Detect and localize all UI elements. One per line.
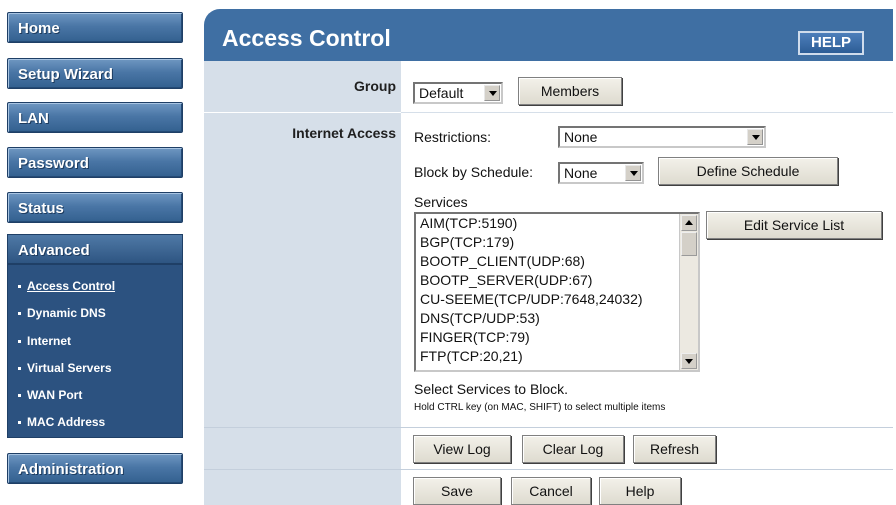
submenu-label: MAC Address (27, 415, 106, 429)
main-panel: Access Control HELP Group Default Member… (202, 0, 896, 505)
nav-status-button[interactable]: Status (7, 192, 183, 223)
submenu-label: Internet (27, 334, 72, 348)
group-label: Group (354, 78, 396, 94)
restrictions-select-value: None (564, 129, 598, 145)
submenu-item-wan-port[interactable]: WAN Port (18, 388, 82, 402)
nav-administration-button[interactable]: Administration (7, 453, 183, 484)
submenu-item-access-control[interactable]: Access Control (18, 279, 115, 293)
bullet-icon (18, 340, 21, 344)
restrictions-select[interactable]: None (558, 126, 766, 148)
view-log-button[interactable]: View Log (413, 435, 511, 463)
restrictions-label: Restrictions: (414, 129, 492, 145)
schedule-select[interactable]: None (558, 162, 644, 184)
bullet-icon (18, 285, 21, 289)
submenu-label: Access Control (27, 279, 116, 293)
group-select[interactable]: Default (413, 82, 503, 104)
scroll-up-icon[interactable] (681, 215, 697, 231)
bullet-icon (18, 421, 21, 425)
ctrl-key-hint: Hold CTRL key (on MAC, SHIFT) to select … (414, 402, 666, 413)
submenu-item-dynamic-dns[interactable]: Dynamic DNS (18, 306, 106, 320)
bullet-icon (18, 367, 21, 371)
row-divider (401, 112, 893, 113)
page-title: Access Control (222, 25, 391, 51)
form-area: Group Default Members Internet Access Re… (204, 61, 893, 505)
service-item[interactable]: BOOTP_CLIENT(UDP:68) (420, 253, 585, 269)
save-button[interactable]: Save (413, 477, 501, 505)
submenu-label: Dynamic DNS (27, 306, 106, 320)
nav-lan-button[interactable]: LAN (7, 102, 183, 133)
group-select-value: Default (419, 85, 464, 101)
edit-service-list-button[interactable]: Edit Service List (706, 211, 882, 239)
service-item[interactable]: FTP(TCP:20,21) (420, 348, 523, 364)
chevron-down-icon (484, 85, 500, 101)
nav-password-button[interactable]: Password (7, 147, 183, 178)
members-button[interactable]: Members (518, 77, 622, 105)
submenu-label: WAN Port (27, 388, 83, 402)
define-schedule-button[interactable]: Define Schedule (658, 157, 838, 185)
services-label: Services (414, 194, 468, 210)
title-bar: Access Control HELP (204, 9, 893, 61)
chevron-down-icon (747, 129, 763, 145)
service-item[interactable]: BGP(TCP:179) (420, 234, 514, 250)
service-item[interactable]: DNS(TCP/UDP:53) (420, 310, 540, 326)
service-item[interactable]: AIM(TCP:5190) (420, 215, 517, 231)
help-top-button[interactable]: HELP (798, 31, 864, 55)
scroll-thumb[interactable] (681, 232, 697, 256)
submenu-item-virtual-servers[interactable]: Virtual Servers (18, 361, 112, 375)
schedule-select-value: None (564, 165, 598, 181)
cancel-button[interactable]: Cancel (511, 477, 591, 505)
advanced-submenu: Access Control Dynamic DNS Internet Virt… (7, 264, 183, 438)
service-item[interactable]: CU-SEEME(TCP/UDP:7648,24032) (420, 291, 643, 307)
row-divider (204, 112, 401, 113)
bullet-icon (18, 394, 21, 398)
internet-access-label: Internet Access (292, 125, 396, 141)
row-divider (204, 469, 893, 470)
refresh-button[interactable]: Refresh (633, 435, 716, 463)
chevron-down-icon (625, 165, 641, 181)
scroll-down-icon[interactable] (681, 353, 697, 369)
submenu-item-mac-address[interactable]: MAC Address (18, 415, 105, 429)
nav-setup-wizard-button[interactable]: Setup Wizard (7, 58, 183, 89)
services-listbox[interactable]: AIM(TCP:5190) BGP(TCP:179) BOOTP_CLIENT(… (414, 212, 700, 372)
block-by-schedule-label: Block by Schedule: (414, 164, 534, 180)
submenu-label: Virtual Servers (27, 361, 112, 375)
submenu-item-internet[interactable]: Internet (18, 334, 71, 348)
services-scrollbar[interactable] (679, 214, 698, 370)
nav-advanced-button[interactable]: Advanced (7, 234, 183, 264)
sidebar: Home Setup Wizard LAN Password Status Ad… (0, 0, 202, 505)
service-item[interactable]: FINGER(TCP:79) (420, 329, 530, 345)
select-services-hint: Select Services to Block. (414, 381, 569, 397)
nav-home-button[interactable]: Home (7, 12, 183, 43)
row-divider (204, 427, 893, 428)
service-item[interactable]: BOOTP_SERVER(UDP:67) (420, 272, 592, 288)
bullet-icon (18, 312, 21, 316)
help-button[interactable]: Help (599, 477, 681, 505)
clear-log-button[interactable]: Clear Log (522, 435, 624, 463)
